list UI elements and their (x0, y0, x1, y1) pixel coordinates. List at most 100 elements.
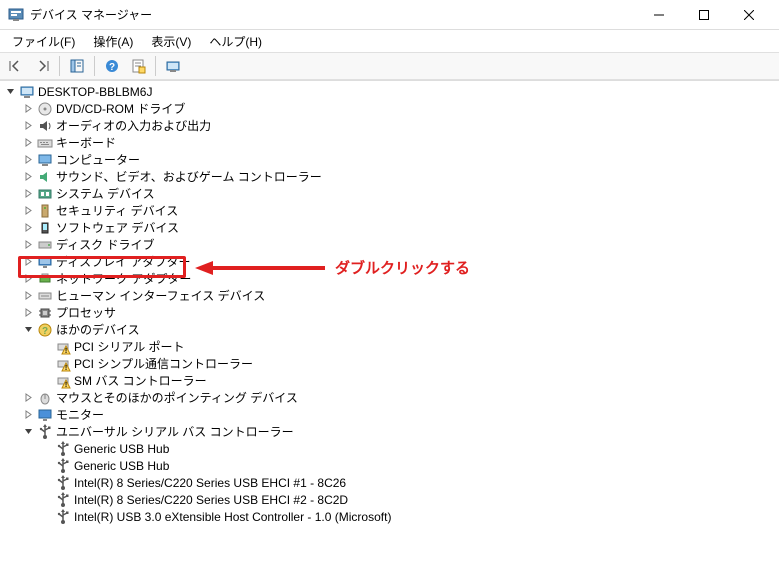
tree-root-label: DESKTOP-BBLBM6J (38, 85, 152, 99)
tree-child[interactable]: Generic USB Hub (0, 440, 779, 457)
expander-icon[interactable] (22, 290, 34, 302)
tree-node-label: システム デバイス (56, 185, 155, 202)
back-button[interactable] (4, 54, 28, 78)
titlebar: デバイス マネージャー (0, 0, 779, 30)
expander-icon[interactable] (22, 307, 34, 319)
tree-child[interactable]: Intel(R) USB 3.0 eXtensible Host Control… (0, 508, 779, 525)
other-icon: ? (37, 322, 53, 338)
tree-node[interactable]: セキュリティ デバイス (0, 202, 779, 219)
cpu-icon (37, 305, 53, 321)
tree-node[interactable]: ヒューマン インターフェイス デバイス (0, 287, 779, 304)
tree-node-label: ユニバーサル シリアル バス コントローラー (56, 423, 294, 440)
expander-icon[interactable] (22, 409, 34, 421)
tree-node[interactable]: ディスプレイ アダプター (0, 253, 779, 270)
tree-node[interactable]: マウスとそのほかのポインティング デバイス (0, 389, 779, 406)
tree-child[interactable]: !PCI シンプル通信コントローラー (0, 355, 779, 372)
menu-action[interactable]: 操作(A) (85, 31, 141, 52)
display-icon (37, 254, 53, 270)
menu-help[interactable]: ヘルプ(H) (201, 31, 270, 52)
tree-child[interactable]: !PCI シリアル ポート (0, 338, 779, 355)
tree-node[interactable]: ネットワーク アダプター (0, 270, 779, 287)
tree-node-label: ディスク ドライブ (56, 236, 155, 253)
expander-spacer (40, 358, 52, 370)
tree-node[interactable]: DVD/CD-ROM ドライブ (0, 100, 779, 117)
security-icon (37, 203, 53, 219)
menu-view[interactable]: 表示(V) (143, 31, 199, 52)
tree-child-label: PCI シリアル ポート (74, 338, 185, 355)
tree-node[interactable]: ユニバーサル シリアル バス コントローラー (0, 423, 779, 440)
tree-node[interactable]: モニター (0, 406, 779, 423)
audio-icon (37, 118, 53, 134)
expander-icon[interactable] (22, 426, 34, 438)
tree-node-label: コンピューター (56, 151, 140, 168)
warn-icon: ! (55, 339, 71, 355)
svg-text:!: ! (65, 365, 67, 372)
software-icon (37, 220, 53, 236)
minimize-button[interactable] (636, 0, 681, 29)
expander-spacer (40, 443, 52, 455)
tree-node-label: キーボード (56, 134, 116, 151)
help-button[interactable]: ? (100, 54, 124, 78)
tree-node-label: マウスとそのほかのポインティング デバイス (56, 389, 298, 406)
expander-icon[interactable] (22, 171, 34, 183)
expander-icon[interactable] (4, 86, 16, 98)
expander-icon[interactable] (22, 205, 34, 217)
tree-node[interactable]: ?ほかのデバイス (0, 321, 779, 338)
expander-icon[interactable] (22, 103, 34, 115)
tree-child[interactable]: Intel(R) 8 Series/C220 Series USB EHCI #… (0, 474, 779, 491)
tree-content[interactable]: DESKTOP-BBLBM6JDVD/CD-ROM ドライブオーディオの入力およ… (0, 80, 779, 569)
expander-icon[interactable] (22, 222, 34, 234)
tree-node[interactable]: コンピューター (0, 151, 779, 168)
usb-icon (55, 475, 71, 491)
toolbar-separator (155, 56, 156, 76)
expander-icon[interactable] (22, 256, 34, 268)
monitor-icon (37, 407, 53, 423)
tree-node-label: ディスプレイ アダプター (56, 253, 191, 270)
expander-icon[interactable] (22, 120, 34, 132)
tree-node-label: オーディオの入力および出力 (56, 117, 211, 134)
expander-spacer (40, 460, 52, 472)
keyboard-icon (37, 135, 53, 151)
tree-node[interactable]: キーボード (0, 134, 779, 151)
tree-node[interactable]: プロセッサ (0, 304, 779, 321)
expander-icon[interactable] (22, 239, 34, 251)
tree-child[interactable]: Intel(R) 8 Series/C220 Series USB EHCI #… (0, 491, 779, 508)
toolbar: ? (0, 52, 779, 80)
tree-node-label: ほかのデバイス (56, 321, 140, 338)
expander-icon[interactable] (22, 392, 34, 404)
show-hide-button[interactable] (65, 54, 89, 78)
scan-button[interactable] (161, 54, 185, 78)
tree-child-label: Intel(R) 8 Series/C220 Series USB EHCI #… (74, 493, 348, 507)
tree-child-label: Generic USB Hub (74, 459, 169, 473)
expander-spacer (40, 494, 52, 506)
tree-node-label: DVD/CD-ROM ドライブ (56, 100, 185, 117)
maximize-button[interactable] (681, 0, 726, 29)
tree-node[interactable]: システム デバイス (0, 185, 779, 202)
tree-child[interactable]: Generic USB Hub (0, 457, 779, 474)
expander-icon[interactable] (22, 273, 34, 285)
expander-icon[interactable] (22, 154, 34, 166)
expander-spacer (40, 511, 52, 523)
network-icon (37, 271, 53, 287)
tree-child[interactable]: !SM バス コントローラー (0, 372, 779, 389)
tree-node-label: ネットワーク アダプター (56, 270, 191, 287)
tree-node-label: セキュリティ デバイス (56, 202, 178, 219)
sound-icon (37, 169, 53, 185)
tree-node[interactable]: オーディオの入力および出力 (0, 117, 779, 134)
expander-icon[interactable] (22, 188, 34, 200)
menubar: ファイル(F) 操作(A) 表示(V) ヘルプ(H) (0, 30, 779, 52)
forward-button[interactable] (30, 54, 54, 78)
tree-node[interactable]: サウンド、ビデオ、およびゲーム コントローラー (0, 168, 779, 185)
tree-root[interactable]: DESKTOP-BBLBM6J (0, 83, 779, 100)
tree-node-label: ソフトウェア デバイス (56, 219, 179, 236)
tree-node[interactable]: ディスク ドライブ (0, 236, 779, 253)
disk-icon (37, 237, 53, 253)
close-button[interactable] (726, 0, 771, 29)
properties-button[interactable] (126, 54, 150, 78)
computer-icon (37, 152, 53, 168)
tree-child-label: Intel(R) USB 3.0 eXtensible Host Control… (74, 510, 391, 524)
tree-node[interactable]: ソフトウェア デバイス (0, 219, 779, 236)
expander-icon[interactable] (22, 324, 34, 336)
menu-file[interactable]: ファイル(F) (4, 31, 83, 52)
expander-icon[interactable] (22, 137, 34, 149)
